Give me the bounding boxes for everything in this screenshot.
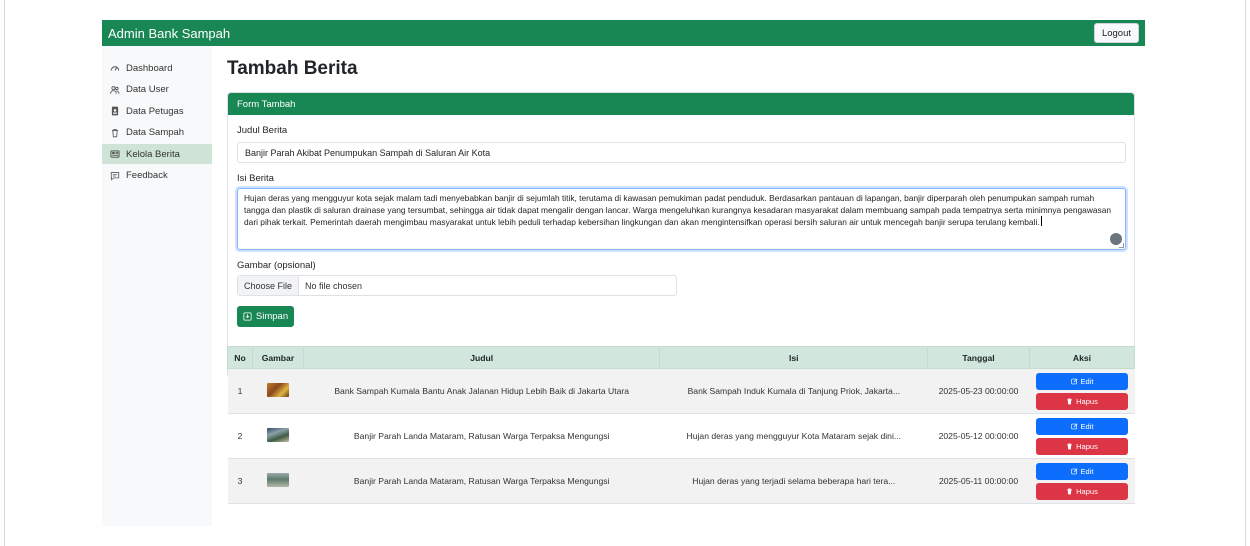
- gambar-file-input[interactable]: Choose File No file chosen: [237, 275, 677, 296]
- judul-label: Judul Berita: [237, 125, 288, 136]
- row-aksi: Edit Hapus: [1029, 458, 1135, 504]
- edit-button[interactable]: Edit: [1035, 462, 1128, 480]
- edit-label: Edit: [1080, 421, 1094, 431]
- row-tanggal: 2025-05-11 00:00:00: [927, 458, 1030, 504]
- thumbnail-image: [266, 383, 289, 397]
- table-header-row: No Gambar Judul Isi Tanggal Aksi: [227, 346, 1136, 369]
- form-card: Form Tambah Judul Berita Banjir Parah Ak…: [227, 92, 1135, 378]
- dashboard-icon: [110, 63, 120, 73]
- row-aksi: Edit Hapus: [1029, 413, 1135, 459]
- text-cursor: [1040, 216, 1042, 226]
- edit-label: Edit: [1080, 376, 1094, 386]
- logout-button[interactable]: Logout: [1093, 23, 1139, 43]
- person-badge-icon: [110, 106, 120, 116]
- form-card-header: Form Tambah: [228, 93, 1134, 115]
- sidebar-item-label: Kelola Berita: [126, 148, 180, 160]
- table-row: 1 Bank Sampah Kumala Bantu Anak Jalanan …: [227, 368, 1135, 414]
- top-navbar: Admin Bank Sampah Logout: [102, 20, 1145, 46]
- col-no: No: [227, 346, 253, 369]
- edit-button[interactable]: Edit: [1035, 372, 1128, 390]
- edit-label: Edit: [1080, 466, 1094, 476]
- table-row: 2 Banjir Parah Landa Mataram, Ratusan Wa…: [227, 413, 1135, 459]
- col-isi: Isi: [659, 346, 929, 369]
- delete-button[interactable]: Hapus: [1035, 482, 1128, 500]
- col-gambar: Gambar: [251, 346, 304, 369]
- newspaper-icon: [110, 149, 120, 159]
- sidebar-item-feedback[interactable]: Feedback: [102, 166, 212, 186]
- trash-icon: [1067, 488, 1073, 494]
- judul-input[interactable]: Banjir Parah Akibat Penumpukan Sampah di…: [237, 142, 1126, 163]
- chat-icon: [110, 171, 120, 181]
- berita-table: No Gambar Judul Isi Tanggal Aksi 1 Bank …: [227, 346, 1136, 504]
- delete-button[interactable]: Hapus: [1035, 437, 1128, 455]
- sidebar-item-data-sampah[interactable]: Data Sampah: [102, 123, 212, 143]
- thumbnail-image: [266, 473, 289, 487]
- sidebar-item-dashboard[interactable]: Dashboard: [102, 58, 212, 78]
- sidebar-item-label: Feedback: [126, 170, 168, 181]
- choose-file-button[interactable]: Choose File: [238, 276, 300, 295]
- delete-label: Hapus: [1076, 441, 1098, 451]
- sidebar-item-kelola-berita[interactable]: Kelola Berita: [102, 144, 212, 164]
- row-gambar: [252, 413, 304, 459]
- trash-icon: [1067, 443, 1073, 449]
- col-judul: Judul: [302, 346, 661, 369]
- edit-icon: [1070, 423, 1077, 429]
- frame-border-left: [4, 0, 5, 546]
- edit-button[interactable]: Edit: [1035, 417, 1128, 435]
- trash-icon: [110, 128, 120, 138]
- page-title: Tambah Berita: [227, 58, 358, 79]
- row-isi: Bank Sampah Induk Kumala di Tanjung Prio…: [659, 368, 928, 414]
- col-tanggal: Tanggal: [927, 346, 1030, 369]
- delete-label: Hapus: [1076, 486, 1098, 496]
- brand-title[interactable]: Admin Bank Sampah: [108, 26, 230, 41]
- sidebar-item-data-user[interactable]: Data User: [102, 80, 212, 100]
- edit-icon: [1070, 378, 1077, 384]
- gambar-label: Gambar (opsional): [237, 260, 316, 271]
- row-judul: Banjir Parah Landa Mataram, Ratusan Warg…: [303, 413, 660, 459]
- row-judul: Banjir Parah Landa Mataram, Ratusan Warg…: [303, 458, 660, 504]
- simpan-label: Simpan: [255, 311, 289, 322]
- thumbnail-image: [266, 428, 289, 442]
- frame-border-right: [1245, 0, 1246, 546]
- sidebar-item-label: Data Petugas: [126, 105, 184, 117]
- row-no: 2: [227, 413, 253, 459]
- sidebar-item-label: Data User: [126, 84, 169, 95]
- row-isi: Hujan deras yang terjadi selama beberapa…: [659, 458, 928, 504]
- row-no: 1: [227, 368, 253, 414]
- col-aksi: Aksi: [1028, 346, 1136, 369]
- row-gambar: [252, 368, 304, 414]
- isi-textarea[interactable]: Hujan deras yang mengguyur kota sejak ma…: [237, 188, 1126, 250]
- row-aksi: Edit Hapus: [1029, 368, 1135, 414]
- row-tanggal: 2025-05-23 00:00:00: [927, 368, 1030, 414]
- isi-text: Hujan deras yang mengguyur kota sejak ma…: [244, 193, 1112, 227]
- trash-icon: [1067, 398, 1073, 404]
- delete-button[interactable]: Hapus: [1035, 392, 1128, 410]
- table-row: 3 Banjir Parah Landa Mataram, Ratusan Wa…: [227, 458, 1135, 504]
- resize-handle[interactable]: [1119, 243, 1124, 248]
- sidebar-item-label: Data Sampah: [126, 127, 185, 138]
- delete-label: Hapus: [1076, 396, 1098, 406]
- row-judul: Bank Sampah Kumala Bantu Anak Jalanan Hi…: [303, 368, 660, 414]
- users-icon: [110, 85, 120, 95]
- row-gambar: [252, 458, 304, 504]
- row-isi: Hujan deras yang mengguyur Kota Mataram …: [659, 413, 928, 459]
- edit-icon: [1070, 468, 1077, 474]
- simpan-button[interactable]: Simpan: [237, 306, 294, 327]
- row-tanggal: 2025-05-12 00:00:00: [927, 413, 1030, 459]
- save-icon: [243, 312, 252, 321]
- row-no: 3: [227, 458, 253, 504]
- isi-label: Isi Berita: [237, 173, 274, 184]
- file-status: No file chosen: [305, 280, 363, 291]
- sidebar: Dashboard Data User Data Petugas Data Sa…: [102, 46, 212, 526]
- sidebar-item-label: Dashboard: [126, 62, 173, 74]
- sidebar-item-data-petugas[interactable]: Data Petugas: [102, 101, 212, 121]
